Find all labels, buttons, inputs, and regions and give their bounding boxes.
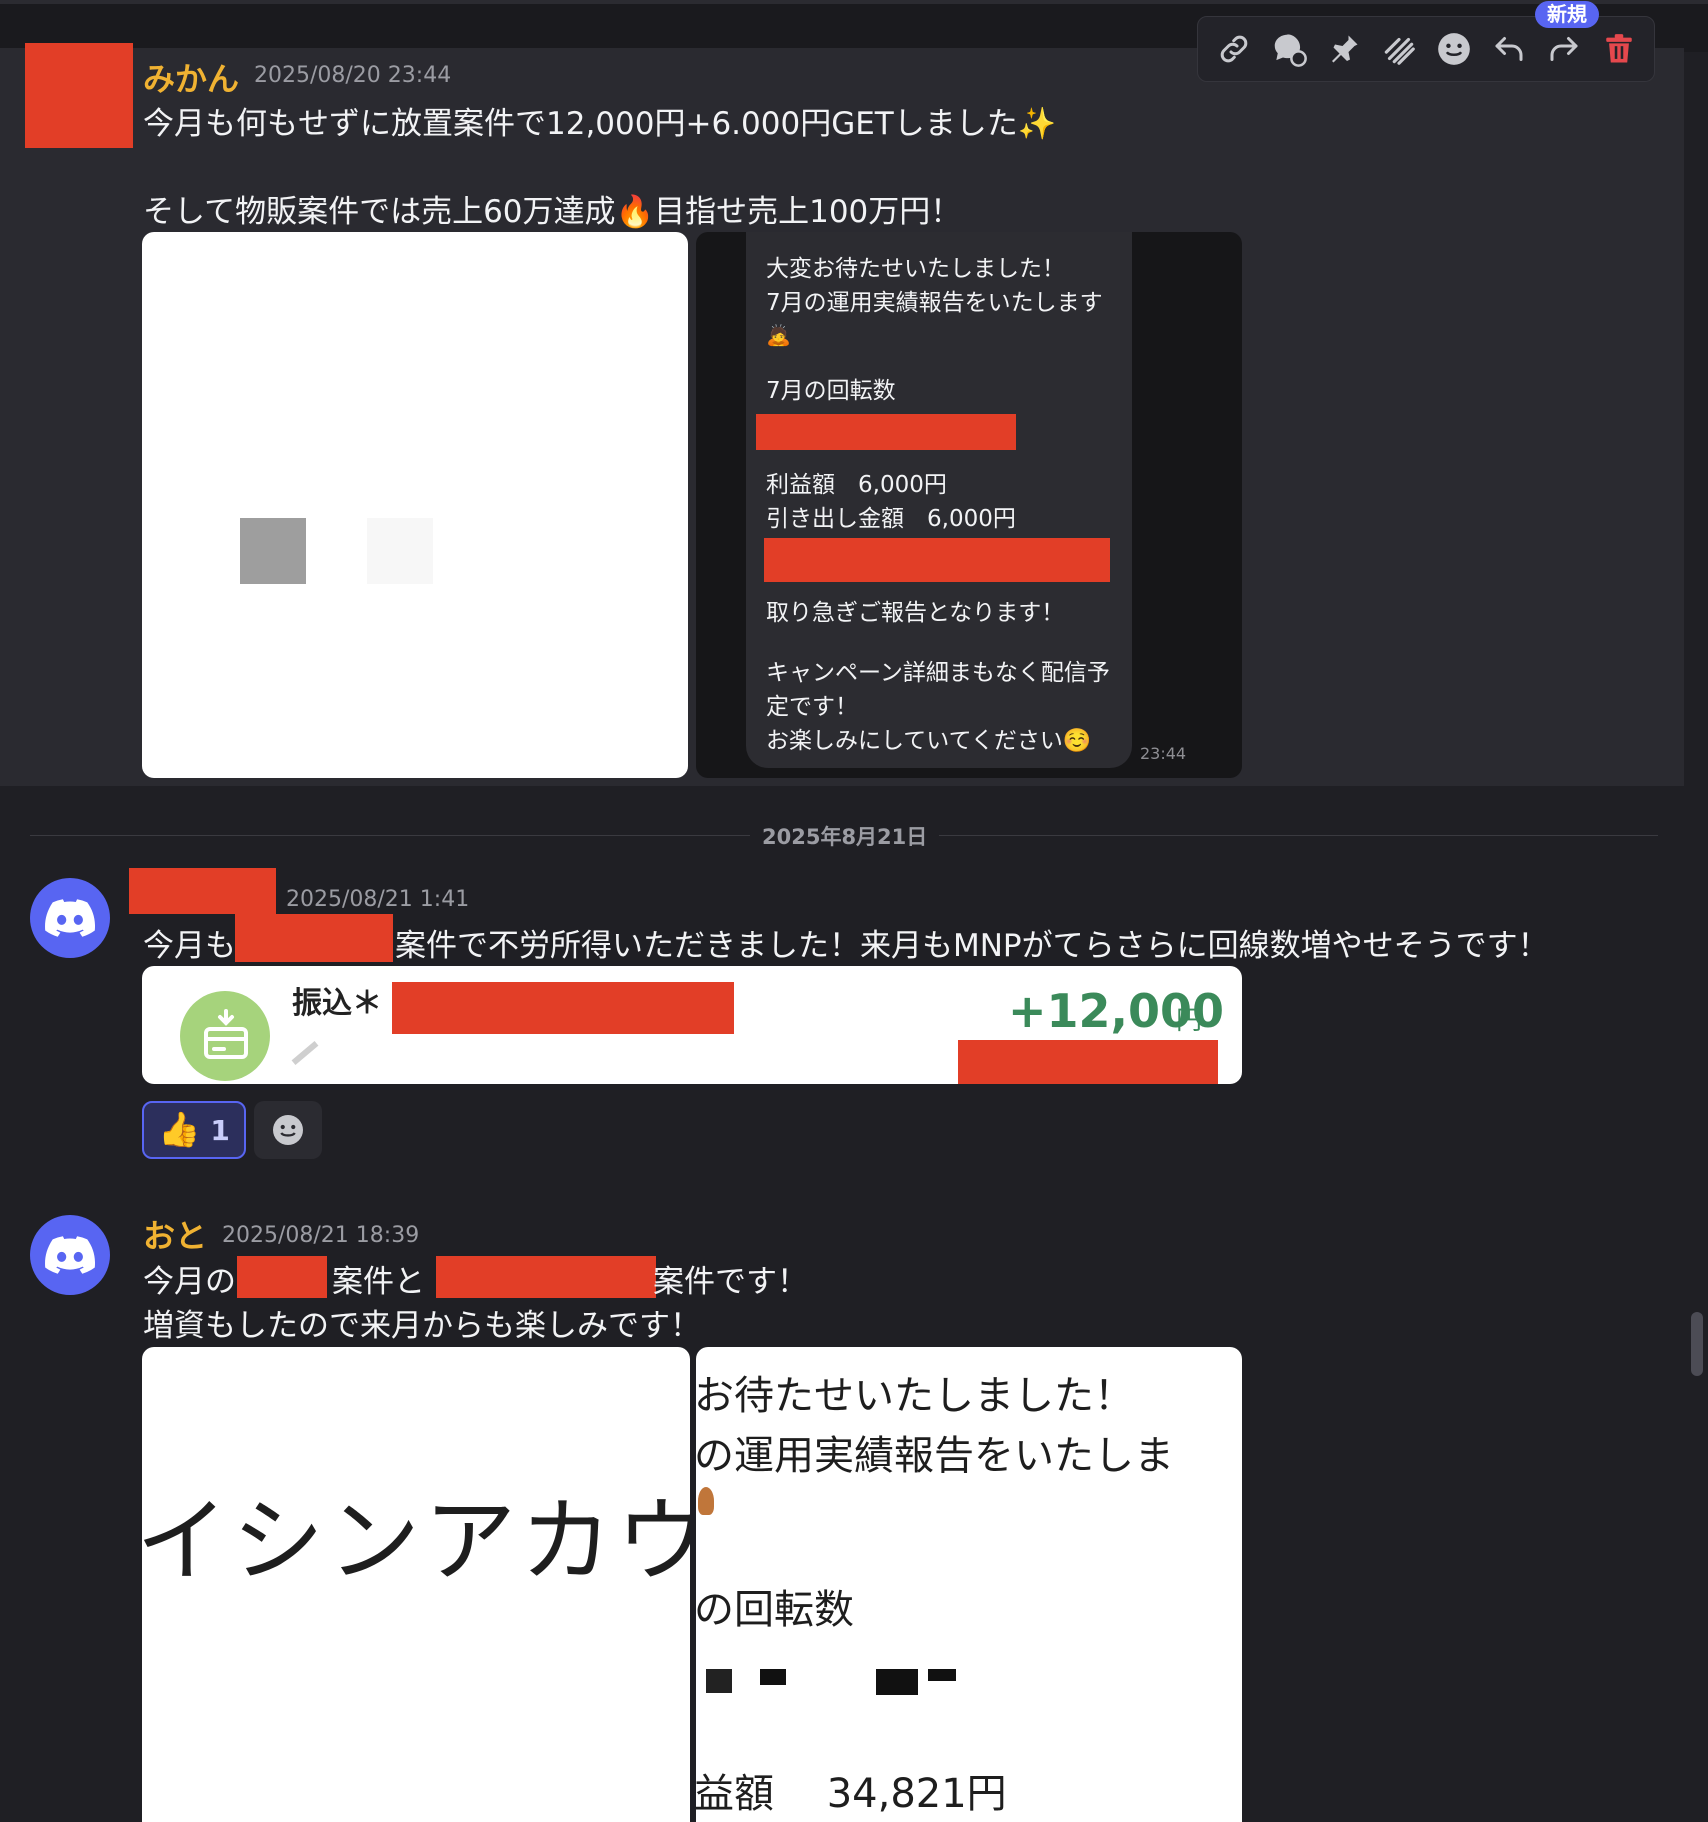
message-text: 案件です！ [653,1264,808,1300]
chat-text: 取り急ぎご報告となります！ [766,600,1065,626]
thread-icon[interactable] [1269,29,1309,69]
delete-icon[interactable] [1599,29,1639,69]
date-divider: 2025年8月21日 [750,821,940,851]
emoji-icon[interactable] [1434,29,1474,69]
message-text: 案件で不労所得いただきました！来月もMNPがてらさらに回線数増やせそうです！ [395,928,1549,964]
pixelated-block [928,1669,956,1681]
image-attachment[interactable]: お待たせいたしました！ の運用実績報告をいたしま の回転数 益額 34,821円 [696,1347,1242,1822]
apps-icon[interactable] [1379,29,1419,69]
redaction [436,1256,656,1298]
scrollbar-thumb[interactable] [1691,1312,1703,1376]
message-text: 今月の [143,1264,236,1300]
thumbs-up-icon: 👍 [158,1110,201,1150]
message-text: 今月も [143,928,236,964]
chat-text: 引き出し金額 6,000円 [766,506,1016,532]
chat-text: お楽しみにしていてください☺️ [766,728,1092,754]
image-attachment[interactable]: イシンアカウ [142,1347,690,1822]
redaction [764,538,1110,582]
message-text: 今月も何もせずに放置案件で12,000円+6.000円GETしました✨ [143,106,1057,142]
redaction [235,914,393,962]
reply-icon[interactable] [1489,29,1529,69]
image-attachment[interactable]: 大変お待たせいたしました！ 7月の運用実績報告をいたします 🙇 7月の回転数 利… [696,232,1242,778]
emoji-icon [273,1115,303,1145]
image-text: 益額 34,821円 [696,1771,1007,1817]
message-text: 増資もしたので来月からも楽しみです！ [143,1308,701,1344]
chat-text: 定です！ [766,694,858,720]
username-redaction [129,868,276,914]
chat-text: 利益額 6,000円 [766,472,947,498]
image-text: イシンアカウ [142,1488,690,1595]
timestamp: 2025/08/21 1:41 [286,887,470,912]
avatar[interactable] [30,1215,110,1295]
message-text: 案件と [332,1264,425,1300]
redaction [958,1040,1218,1084]
timestamp: 2025/08/21 18:39 [222,1223,420,1248]
pin-icon[interactable] [1324,29,1364,69]
avatar[interactable] [25,43,133,148]
transfer-label: 振込＊ [292,986,382,1021]
transfer-icon [180,991,270,1081]
timestamp: 2025/08/20 23:44 [254,63,452,88]
image-attachment[interactable] [142,232,688,778]
chat-bubble: 大変お待たせいたしました！ 7月の運用実績報告をいたします 🙇 7月の回転数 利… [746,232,1132,768]
redaction [392,982,734,1034]
link-icon[interactable] [1214,29,1254,69]
message-text: そして物販案件では売上60万達成🔥目指せ売上100万円！ [143,194,962,230]
forward-icon[interactable] [1544,29,1584,69]
chat-time: 23:44 [1140,744,1187,763]
chat-emoji: 🙇 [766,323,791,347]
pixelated-block [706,1669,732,1693]
image-text: の回転数 [696,1587,854,1633]
pixelated-block [760,1669,786,1685]
pixelated-block [876,1669,918,1695]
chat-text: 7月の運用実績報告をいたします [766,290,1103,316]
image-placeholder [240,518,306,584]
image-placeholder [367,518,433,584]
discord-icon [45,1236,95,1274]
image-text: お待たせいたしました！ [696,1373,1134,1419]
username[interactable]: みかん [143,54,239,100]
redaction [756,414,1016,450]
chat-text: 7月の回転数 [766,378,896,404]
redaction [237,1256,327,1298]
discord-icon [45,899,95,937]
chat-text: キャンペーン詳細まもなく配信予 [766,660,1110,686]
add-reaction-button[interactable] [254,1101,322,1159]
transfer-currency: 円 [1176,1006,1203,1036]
reaction-thumbs-up[interactable]: 👍 1 [142,1101,246,1159]
bowing-emoji [698,1487,714,1515]
new-badge: 新規 [1535,1,1599,28]
avatar[interactable] [30,878,110,958]
chat-text: 大変お待たせいたしました！ [766,256,1065,282]
image-attachment[interactable]: 振込＊ +12,000 円 [142,966,1242,1084]
reaction-count: 1 [210,1113,230,1147]
pencil-icon [291,1041,319,1065]
image-text: の運用実績報告をいたしま [696,1433,1174,1479]
username[interactable]: おと [143,1211,207,1257]
